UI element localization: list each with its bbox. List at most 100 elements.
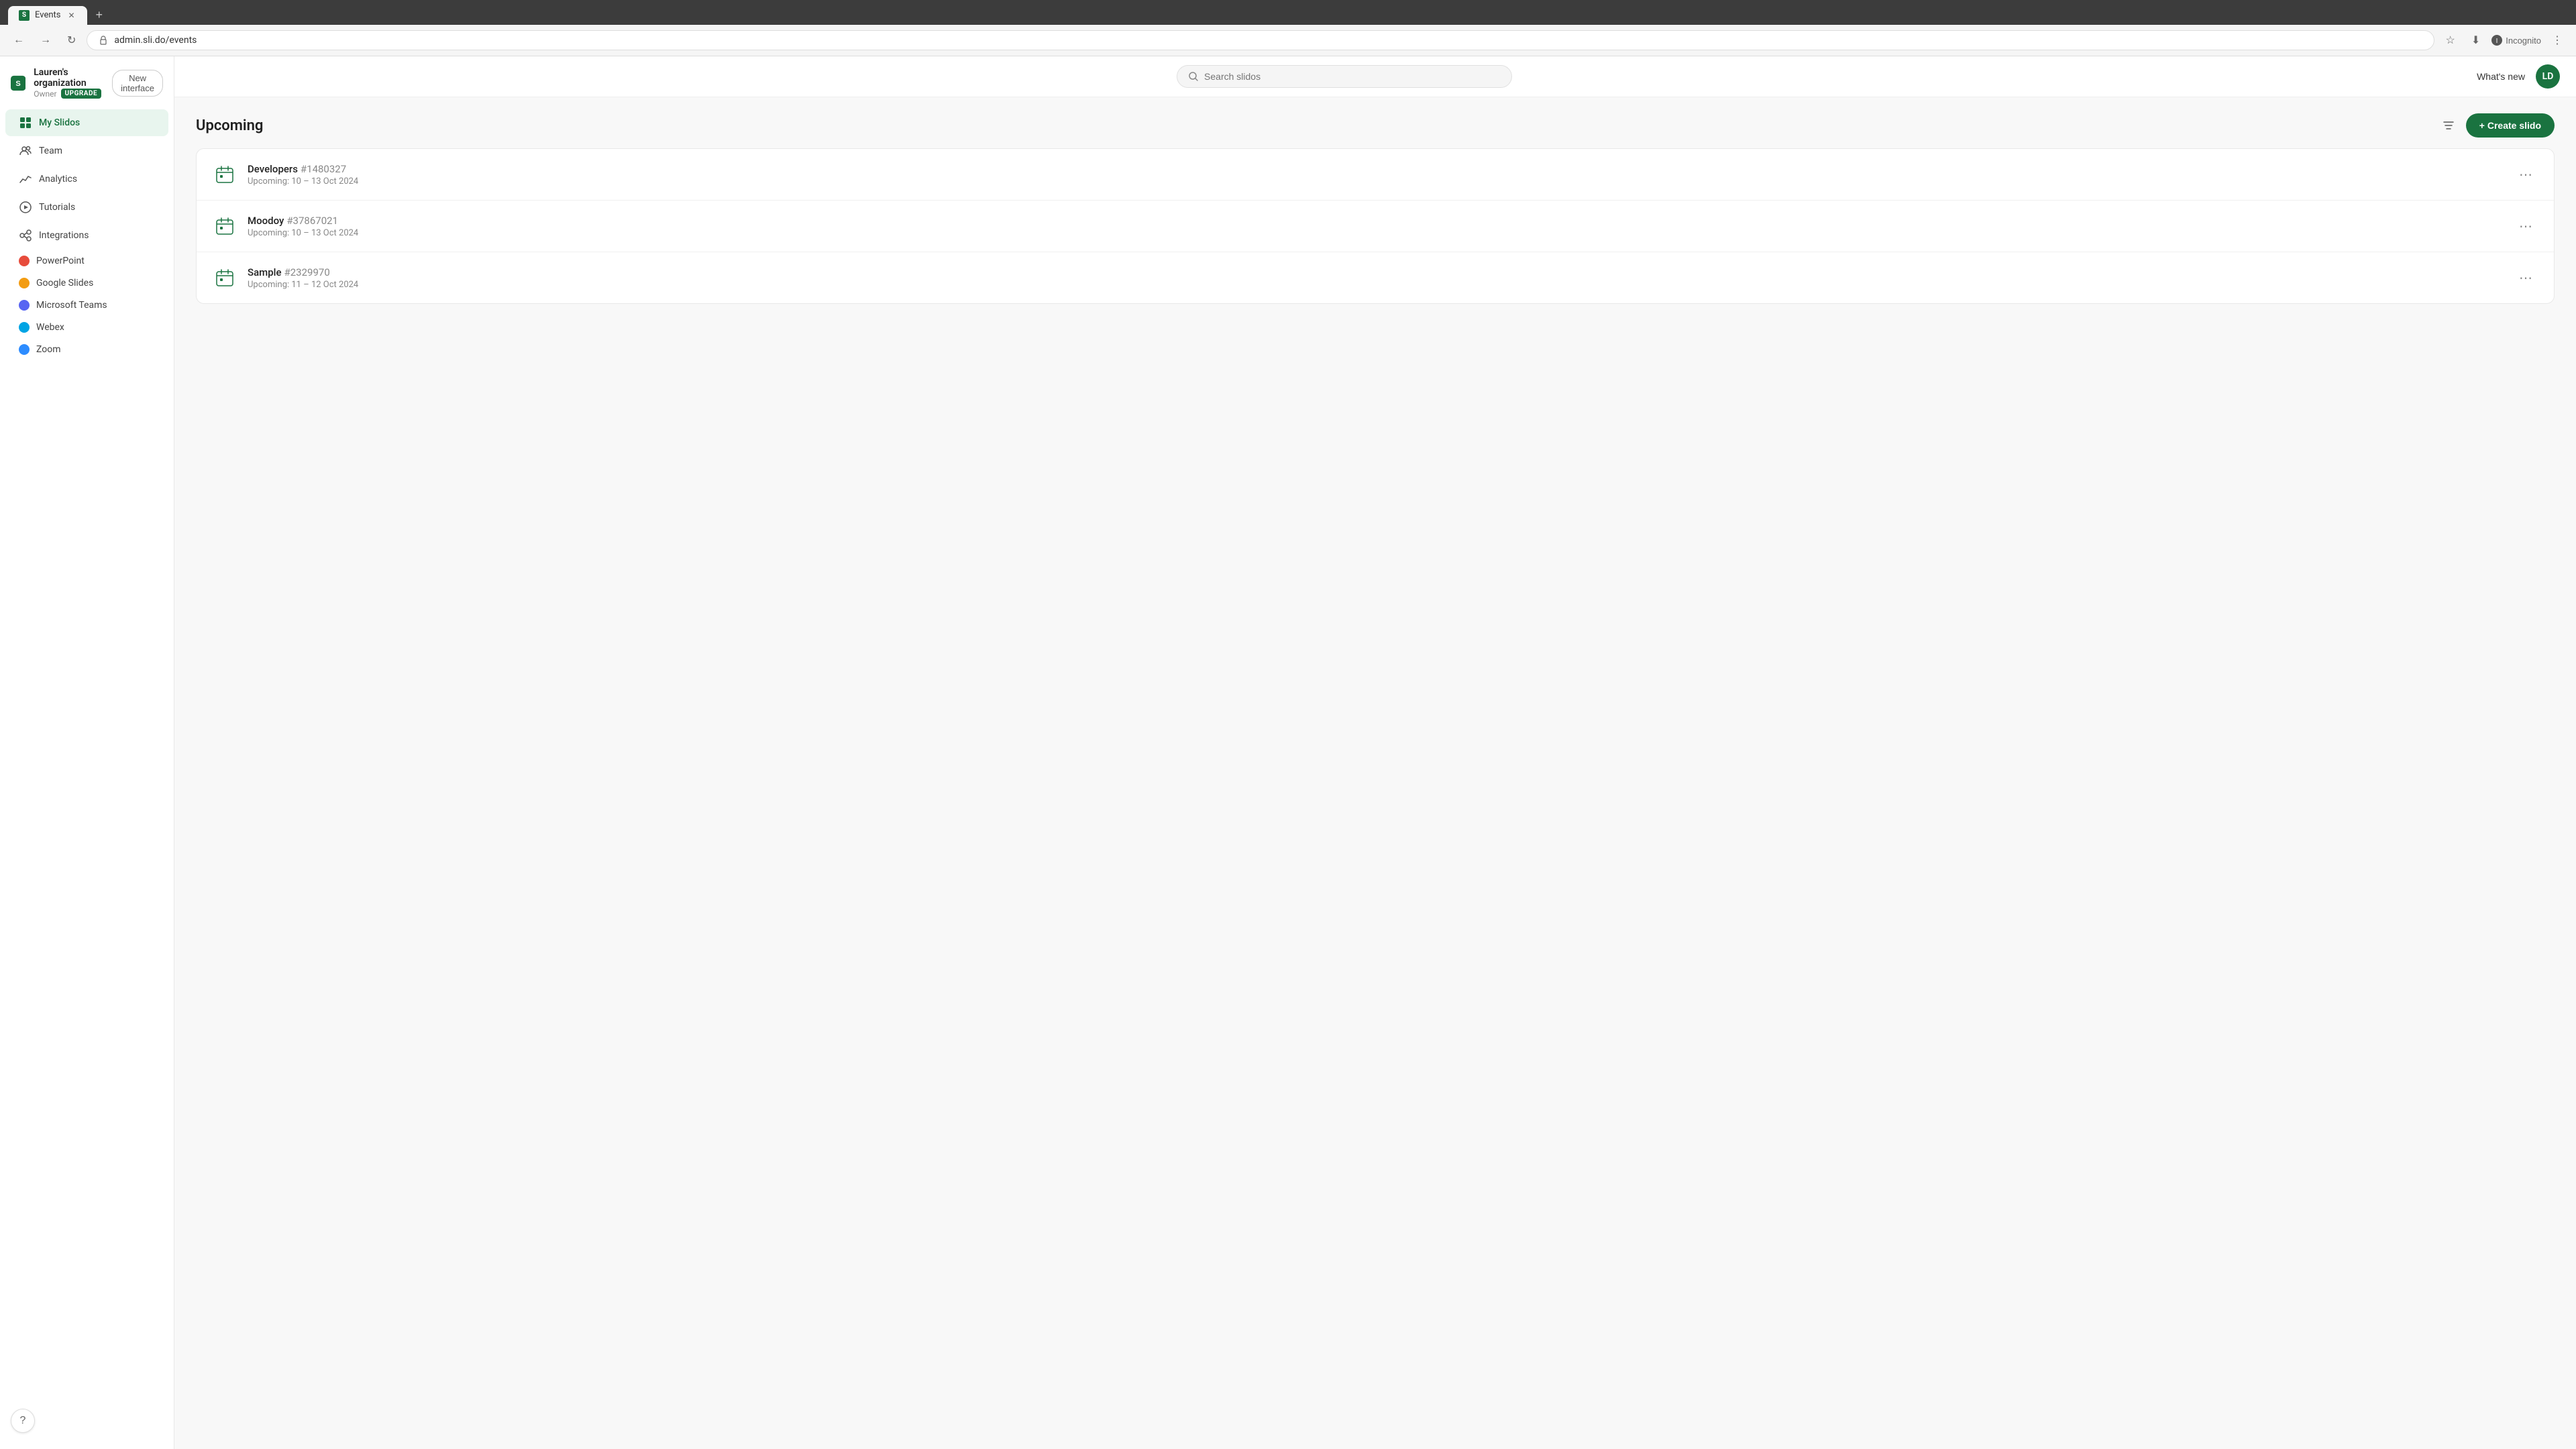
sidebar-item-integrations[interactable]: Integrations: [5, 222, 168, 249]
event-more-button-3[interactable]: ⋯: [2514, 267, 2538, 289]
filter-button[interactable]: [2439, 116, 2458, 135]
event-item-developers[interactable]: Developers #1480327 Upcoming: 10 – 13 Oc…: [197, 149, 2554, 201]
event-date-2: Upcoming: 10 – 13 Oct 2024: [248, 228, 2503, 238]
new-tab-button[interactable]: +: [90, 5, 108, 25]
sidebar-item-tutorials[interactable]: Tutorials: [5, 194, 168, 221]
search-bar[interactable]: [1177, 65, 1512, 88]
event-item-sample[interactable]: Sample #2329970 Upcoming: 11 – 12 Oct 20…: [197, 252, 2554, 303]
microsoft-teams-dot: [19, 300, 30, 311]
event-name-row-2: Moodoy #37867021: [248, 214, 2503, 227]
analytics-icon: [19, 172, 32, 186]
create-slido-label: + Create slido: [2479, 120, 2541, 131]
event-item-moodoy[interactable]: Moodoy #37867021 Upcoming: 10 – 13 Oct 2…: [197, 201, 2554, 252]
back-button[interactable]: ←: [8, 32, 30, 49]
header-right: What's new LD: [2477, 64, 2560, 89]
tab-label: Events: [35, 10, 60, 20]
header-actions: + Create slido: [2439, 113, 2555, 138]
event-info-moodoy: Moodoy #37867021 Upcoming: 10 – 13 Oct 2…: [248, 214, 2503, 238]
create-slido-button[interactable]: + Create slido: [2466, 113, 2555, 138]
event-calendar-icon-1: [213, 162, 237, 186]
event-name-3: Sample: [248, 266, 282, 278]
event-more-button-1[interactable]: ⋯: [2514, 164, 2538, 186]
google-slides-dot: [19, 278, 30, 288]
org-info: Lauren's organization Owner UPGRADE: [34, 67, 101, 99]
incognito-button[interactable]: I Incognito: [2491, 34, 2541, 46]
zoom-dot: [19, 344, 30, 355]
team-icon: [19, 144, 32, 158]
sidebar-item-analytics[interactable]: Analytics: [5, 166, 168, 193]
download-button[interactable]: ⬇: [2466, 31, 2485, 50]
zoom-label: Zoom: [36, 344, 61, 355]
my-slidos-label: My Slidos: [39, 117, 80, 128]
integration-item-zoom[interactable]: Zoom: [5, 339, 168, 360]
help-icon: ?: [20, 1415, 26, 1427]
app-container: S Lauren's organization Owner UPGRADE Ne…: [0, 56, 2576, 1449]
navigation-bar: ← → ↻ admin.sli.do/events ☆ ⬇ I Incognit…: [0, 25, 2576, 56]
sidebar-item-team[interactable]: Team: [5, 138, 168, 164]
event-info-sample: Sample #2329970 Upcoming: 11 – 12 Oct 20…: [248, 266, 2503, 290]
org-name: Lauren's organization: [34, 67, 101, 89]
event-name-2: Moodoy: [248, 215, 284, 227]
analytics-label: Analytics: [39, 174, 77, 184]
svg-text:I: I: [2496, 38, 2498, 45]
content-area: Upcoming + Create slido: [174, 97, 2576, 320]
tab-favicon: S: [19, 10, 30, 21]
microsoft-teams-label: Microsoft Teams: [36, 300, 107, 311]
event-id-2: #37867021: [286, 215, 338, 227]
sidebar-item-my-slidos[interactable]: My Slidos: [5, 109, 168, 136]
new-interface-button[interactable]: New interface: [112, 70, 163, 97]
my-slidos-icon: [19, 116, 32, 129]
tab-bar: S Events ✕ +: [0, 0, 2576, 25]
reload-button[interactable]: ↻: [62, 31, 81, 50]
lock-icon: [98, 35, 109, 46]
tutorials-label: Tutorials: [39, 202, 75, 213]
powerpoint-dot: [19, 256, 30, 266]
event-calendar-icon-2: [213, 214, 237, 238]
slido-logo: S: [11, 70, 25, 97]
help-button[interactable]: ?: [11, 1409, 35, 1433]
filter-icon: [2442, 119, 2455, 132]
event-calendar-icon-3: [213, 266, 237, 290]
sidebar-navigation: My Slidos Team: [0, 109, 174, 1403]
tutorials-icon: [19, 201, 32, 214]
integration-item-webex[interactable]: Webex: [5, 317, 168, 338]
bookmark-button[interactable]: ☆: [2440, 31, 2460, 50]
webex-dot: [19, 322, 30, 333]
team-label: Team: [39, 146, 62, 156]
user-avatar[interactable]: LD: [2536, 64, 2560, 89]
integration-item-powerpoint[interactable]: PowerPoint: [5, 250, 168, 272]
app-header: What's new LD: [174, 56, 2576, 97]
event-date-3: Upcoming: 11 – 12 Oct 2024: [248, 280, 2503, 290]
event-id-3: #2329970: [284, 266, 330, 278]
svg-text:S: S: [15, 79, 20, 87]
event-info-developers: Developers #1480327 Upcoming: 10 – 13 Oc…: [248, 162, 2503, 186]
sidebar: S Lauren's organization Owner UPGRADE Ne…: [0, 56, 174, 1449]
active-tab[interactable]: S Events ✕: [8, 6, 87, 25]
org-role-label: Owner: [34, 89, 56, 99]
integration-item-microsoft-teams[interactable]: Microsoft Teams: [5, 294, 168, 316]
search-input[interactable]: [1204, 71, 1501, 82]
whats-new-button[interactable]: What's new: [2477, 71, 2525, 82]
event-name-1: Developers: [248, 163, 298, 175]
integrations-label: Integrations: [39, 230, 89, 241]
event-date-1: Upcoming: 10 – 13 Oct 2024: [248, 176, 2503, 186]
upgrade-badge[interactable]: UPGRADE: [61, 89, 102, 99]
event-more-button-2[interactable]: ⋯: [2514, 215, 2538, 237]
tab-close-button[interactable]: ✕: [66, 10, 76, 21]
more-options-button[interactable]: ⋮: [2546, 31, 2568, 50]
powerpoint-label: PowerPoint: [36, 256, 85, 266]
integration-item-google-slides[interactable]: Google Slides: [5, 272, 168, 294]
event-name-row-1: Developers #1480327: [248, 162, 2503, 175]
main-content: What's new LD Upcoming + Crea: [174, 56, 2576, 1449]
events-list: Developers #1480327 Upcoming: 10 – 13 Oc…: [196, 148, 2555, 304]
webex-label: Webex: [36, 322, 64, 333]
section-title: Upcoming: [196, 117, 263, 134]
org-role-row: Owner UPGRADE: [34, 89, 101, 99]
event-id-1: #1480327: [301, 163, 346, 175]
integrations-icon: [19, 229, 32, 242]
nav-actions: ☆ ⬇ I Incognito ⋮: [2440, 31, 2568, 50]
url-display: admin.sli.do/events: [114, 35, 197, 46]
forward-button[interactable]: →: [35, 32, 56, 49]
address-bar[interactable]: admin.sli.do/events: [87, 30, 2434, 50]
search-icon: [1188, 71, 1199, 82]
